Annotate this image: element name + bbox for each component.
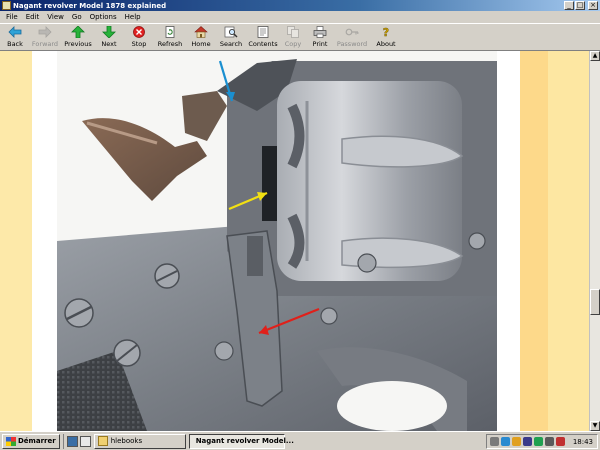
document-view <box>0 51 589 431</box>
volume-icon[interactable] <box>523 437 532 446</box>
home-label: Home <box>191 40 211 48</box>
antivirus-icon[interactable] <box>556 437 565 446</box>
explorer-icon[interactable] <box>79 435 91 447</box>
password-button[interactable]: Password <box>334 24 370 50</box>
search-icon <box>224 26 238 38</box>
print-label: Print <box>312 40 328 48</box>
about-button[interactable]: ? About <box>370 24 402 50</box>
maximize-button[interactable]: □ <box>575 1 585 10</box>
previous-button[interactable]: Previous <box>62 24 94 50</box>
home-button[interactable]: Home <box>186 24 216 50</box>
svg-text:?: ? <box>383 26 389 38</box>
revolver-photo <box>57 51 497 431</box>
forward-label: Forward <box>31 40 59 48</box>
task-nagant[interactable]: Nagant revolver Model... <box>188 433 294 449</box>
print-button[interactable]: Print <box>306 24 334 50</box>
scroll-down-arrow-icon[interactable]: ▼ <box>590 421 600 431</box>
folder-icon <box>97 436 108 446</box>
contents-label: Contents <box>248 40 278 48</box>
stop-label: Stop <box>131 40 147 48</box>
quick-launch <box>62 433 91 449</box>
password-key-icon <box>345 26 359 38</box>
home-icon <box>194 26 208 38</box>
page-margin-right-outer <box>548 51 589 431</box>
display-icon[interactable] <box>545 437 554 446</box>
print-icon <box>313 26 327 38</box>
task-hlebooks[interactable]: hlebooks <box>93 433 186 449</box>
down-arrow-icon <box>102 26 116 38</box>
toolbar: Back Forward Previous Next Stop Refresh <box>0 23 600 51</box>
network-icon[interactable] <box>501 437 510 446</box>
minimize-button[interactable]: _ <box>564 1 574 10</box>
task-label: hlebooks <box>110 437 143 445</box>
vertical-scrollbar[interactable]: ▲ ▼ <box>589 51 600 431</box>
page-margin-right <box>520 51 548 431</box>
contents-button[interactable]: Contents <box>246 24 280 50</box>
menu-bar: File Edit View Go Options Help <box>0 11 600 23</box>
page-margin-left <box>0 51 32 431</box>
back-label: Back <box>7 40 23 48</box>
window-controls: _ □ × <box>564 1 598 10</box>
close-button[interactable]: × <box>588 1 598 10</box>
app-icon <box>2 1 11 10</box>
windows-logo-icon <box>6 436 16 446</box>
window-title: Nagant revolver Model 1878 explained <box>13 1 167 10</box>
menu-file[interactable]: File <box>2 13 22 21</box>
next-label: Next <box>101 40 117 48</box>
menu-edit[interactable]: Edit <box>22 13 44 21</box>
stop-button[interactable]: Stop <box>124 24 154 50</box>
scrollbar-thumb[interactable] <box>590 289 600 315</box>
scroll-up-arrow-icon[interactable]: ▲ <box>590 51 600 61</box>
start-button[interactable]: Démarrer <box>2 433 60 449</box>
desktop-icon[interactable] <box>66 435 78 447</box>
copy-button[interactable]: Copy <box>280 24 306 50</box>
refresh-button[interactable]: Refresh <box>154 24 186 50</box>
security-icon[interactable] <box>534 437 543 446</box>
menu-options[interactable]: Options <box>86 13 121 21</box>
menu-go[interactable]: Go <box>68 13 86 21</box>
forward-arrow-icon <box>38 26 52 38</box>
start-label: Démarrer <box>18 437 56 445</box>
system-tray: 18:43 <box>486 434 598 449</box>
stop-icon <box>132 26 146 38</box>
about-icon: ? <box>379 26 393 38</box>
back-arrow-icon <box>8 26 22 38</box>
previous-label: Previous <box>64 40 92 48</box>
back-button[interactable]: Back <box>2 24 28 50</box>
copy-icon <box>286 26 300 38</box>
forward-button[interactable]: Forward <box>28 24 62 50</box>
tray-expand-icon[interactable] <box>490 437 499 446</box>
search-button[interactable]: Search <box>216 24 246 50</box>
messenger-icon[interactable] <box>512 437 521 446</box>
refresh-icon <box>163 26 177 38</box>
refresh-label: Refresh <box>157 40 183 48</box>
menu-help[interactable]: Help <box>121 13 145 21</box>
search-label: Search <box>219 40 243 48</box>
up-arrow-icon <box>71 26 85 38</box>
about-label: About <box>376 40 396 48</box>
clock[interactable]: 18:43 <box>573 438 593 446</box>
copy-label: Copy <box>284 40 302 48</box>
password-label: Password <box>336 40 368 48</box>
task-label: Nagant revolver Model... <box>195 437 294 445</box>
next-button[interactable]: Next <box>94 24 124 50</box>
taskbar: Démarrer hlebooks Nagant revolver Model.… <box>0 431 600 450</box>
contents-icon <box>256 26 270 38</box>
menu-view[interactable]: View <box>43 13 68 21</box>
title-bar[interactable]: Nagant revolver Model 1878 explained _ □… <box>0 0 600 11</box>
